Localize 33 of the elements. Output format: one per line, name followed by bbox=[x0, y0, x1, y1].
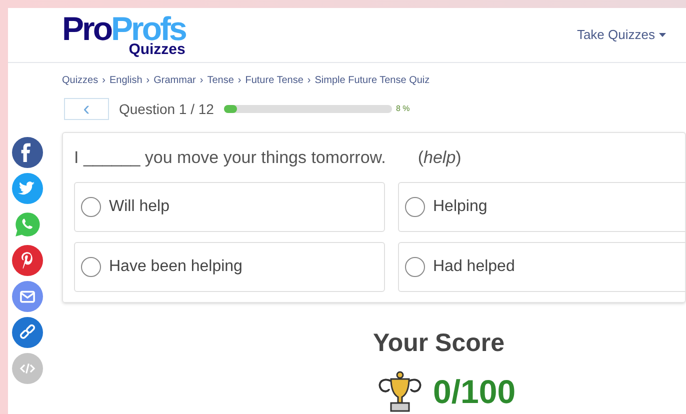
answer-option[interactable]: Helping bbox=[398, 182, 686, 232]
breadcrumb-link[interactable]: Quizzes bbox=[62, 73, 98, 88]
caret-icon bbox=[659, 33, 666, 37]
radio-button[interactable] bbox=[405, 196, 425, 216]
question-hint: (help) bbox=[418, 147, 462, 169]
link-icon[interactable] bbox=[12, 317, 43, 348]
radio-button[interactable] bbox=[81, 196, 101, 216]
breadcrumb-separator: › bbox=[238, 74, 242, 88]
pinterest-icon[interactable] bbox=[12, 245, 43, 276]
progress-percent: 8 % bbox=[396, 103, 410, 115]
logo[interactable]: ProProfs Quizzes bbox=[62, 14, 186, 56]
take-quizzes-menu[interactable]: Take Quizzes bbox=[576, 25, 666, 45]
breadcrumb-separator: › bbox=[200, 74, 204, 88]
breadcrumb-link[interactable]: Simple Future Tense Quiz bbox=[314, 73, 430, 88]
question-text: I ______ you move your things tomorrow. bbox=[74, 147, 386, 169]
score-title: Your Score bbox=[373, 328, 506, 359]
breadcrumb-link[interactable]: Grammar bbox=[154, 73, 196, 88]
email-icon[interactable] bbox=[12, 281, 43, 312]
breadcrumb-separator: › bbox=[146, 74, 150, 88]
answer-option[interactable]: Will help bbox=[74, 182, 385, 232]
score-value: 0/100 bbox=[433, 372, 516, 412]
facebook-icon[interactable] bbox=[12, 137, 43, 168]
answer-option[interactable]: Have been helping bbox=[74, 242, 385, 292]
breadcrumb-separator: › bbox=[102, 74, 106, 88]
radio-button[interactable] bbox=[405, 256, 425, 276]
radio-button[interactable] bbox=[81, 256, 101, 276]
breadcrumb-separator: › bbox=[307, 74, 311, 88]
breadcrumb-link[interactable]: English bbox=[109, 73, 142, 88]
breadcrumb-link[interactable]: Future Tense bbox=[245, 73, 304, 88]
question-counter: Question 1 / 12 bbox=[119, 100, 214, 119]
answer-option[interactable]: Had helped bbox=[398, 242, 686, 292]
breadcrumb-link[interactable]: Tense bbox=[207, 73, 234, 88]
twitter-icon[interactable] bbox=[12, 173, 43, 204]
